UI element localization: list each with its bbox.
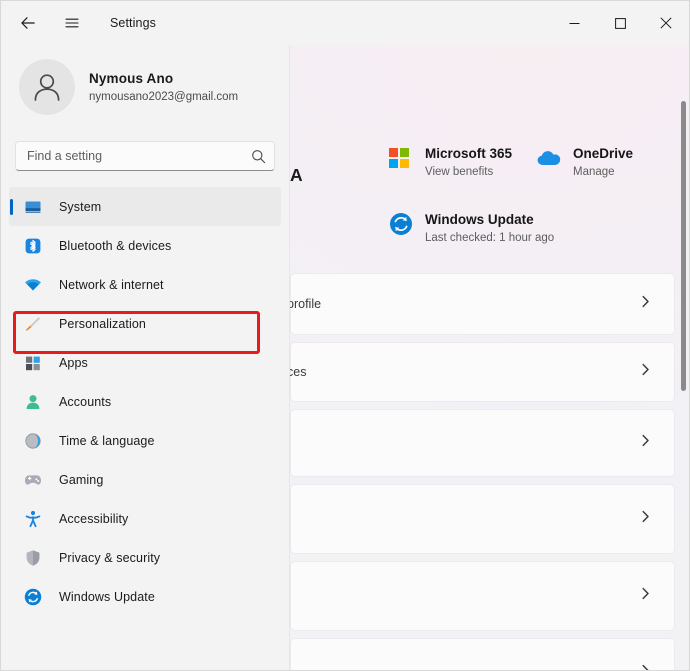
settings-card[interactable] (290, 409, 675, 477)
sidebar-item-label: Accessibility (59, 511, 129, 526)
card-text-fragment: profile (287, 297, 322, 311)
hamburger-menu-icon (65, 18, 79, 28)
service-subtitle: Manage (573, 166, 615, 178)
apps-grid-icon (23, 353, 43, 373)
minimize-icon (569, 22, 579, 24)
chevron-right-icon (639, 363, 652, 381)
search-button[interactable] (247, 145, 269, 167)
sidebar-item-label: Personalization (59, 316, 146, 331)
sidebar-item-personalization[interactable]: Personalization (9, 304, 281, 343)
account-name-fragment: A (290, 165, 303, 185)
sidebar-item-label: Privacy & security (59, 550, 161, 565)
navigation-menu-button[interactable] (55, 8, 89, 38)
sidebar-item-accounts[interactable]: Accounts (9, 382, 281, 421)
sidebar-item-label: Network & internet (59, 277, 164, 292)
close-button[interactable] (643, 1, 689, 45)
shield-icon (23, 548, 43, 568)
search-icon (251, 149, 265, 163)
chevron-right-icon (639, 295, 652, 313)
minimize-button[interactable] (551, 1, 597, 45)
avatar (19, 59, 75, 115)
windows-update-subtitle: Last checked: 1 hour ago (425, 232, 555, 244)
chevron-right-icon (639, 664, 652, 670)
scrollbar-thumb[interactable] (681, 101, 686, 391)
sidebar-item-windows-update[interactable]: Windows Update (9, 577, 281, 616)
wifi-icon (23, 275, 43, 295)
chevron-right-icon (639, 510, 652, 528)
sidebar-item-accessibility[interactable]: Accessibility (9, 499, 281, 538)
sidebar-item-time-language[interactable]: Time & language (9, 421, 281, 460)
maximize-button[interactable] (597, 1, 643, 45)
refresh-sync-icon (23, 587, 43, 607)
chevron-right-icon (639, 434, 652, 452)
settings-card[interactable]: profile (287, 273, 675, 335)
navigation-list: System Bluetooth & devices Network & int… (1, 187, 289, 616)
service-subtitle: View benefits (425, 166, 494, 178)
navigation-sidebar: Nymous Ano nymousano2023@gmail.com Find … (1, 45, 290, 670)
settings-card[interactable]: ces (287, 342, 675, 402)
onedrive-cloud-icon (537, 150, 561, 174)
sidebar-item-label: Gaming (59, 472, 104, 487)
service-tiles-row: Microsoft 365 View benefits OneDrive Man… (389, 145, 633, 180)
back-button[interactable] (11, 8, 45, 38)
accessibility-person-icon (23, 509, 43, 529)
account-email: nymousano2023@gmail.com (89, 90, 239, 103)
settings-card[interactable] (290, 561, 675, 631)
settings-card[interactable] (290, 484, 675, 554)
onedrive-tile[interactable]: OneDrive Manage (537, 145, 633, 180)
bluetooth-icon (23, 236, 43, 256)
maximize-icon (614, 17, 626, 29)
microsoft-logo-icon (389, 146, 413, 170)
microsoft-365-tile[interactable]: Microsoft 365 View benefits (389, 145, 537, 180)
close-icon (660, 17, 672, 29)
clock-globe-icon (23, 431, 43, 451)
settings-card-list: profile ces (287, 273, 675, 670)
search-input[interactable] (15, 141, 275, 171)
person-avatar-icon (34, 74, 60, 101)
sidebar-item-bluetooth-devices[interactable]: Bluetooth & devices (9, 226, 281, 265)
paintbrush-icon (23, 314, 43, 334)
title-bar: Settings (1, 1, 689, 45)
service-title: Microsoft 365 (425, 146, 513, 161)
windows-update-title: Windows Update (425, 212, 534, 227)
sidebar-item-privacy-security[interactable]: Privacy & security (9, 538, 281, 577)
back-arrow-icon (21, 17, 35, 29)
settings-window: Settings A Microsoft 365 View benefits O… (0, 0, 690, 671)
window-title: Settings (110, 16, 156, 30)
service-title: OneDrive (573, 146, 634, 161)
monitor-icon (23, 197, 43, 217)
sidebar-item-label: Apps (59, 355, 88, 370)
person-icon (23, 392, 43, 412)
gamepad-icon (23, 470, 43, 490)
sidebar-item-network-internet[interactable]: Network & internet (9, 265, 281, 304)
windows-update-tile[interactable]: Windows Update Last checked: 1 hour ago (389, 211, 554, 246)
sidebar-item-apps[interactable]: Apps (9, 343, 281, 382)
account-name: Nymous Ano (89, 70, 174, 86)
sidebar-item-label: System (59, 199, 102, 214)
sidebar-item-label: Bluetooth & devices (59, 238, 172, 253)
sidebar-item-system[interactable]: System (9, 187, 281, 226)
search-container (15, 141, 275, 171)
account-profile[interactable]: Nymous Ano nymousano2023@gmail.com (1, 45, 289, 117)
sidebar-item-label: Time & language (59, 433, 155, 448)
refresh-sync-icon (389, 212, 413, 236)
scrollbar-track[interactable] (678, 45, 689, 670)
sidebar-item-label: Accounts (59, 394, 112, 409)
sidebar-item-label: Windows Update (59, 589, 155, 604)
chevron-right-icon (639, 587, 652, 605)
selection-indicator (10, 198, 13, 215)
sidebar-item-gaming[interactable]: Gaming (9, 460, 281, 499)
settings-card[interactable]: s (290, 638, 675, 670)
